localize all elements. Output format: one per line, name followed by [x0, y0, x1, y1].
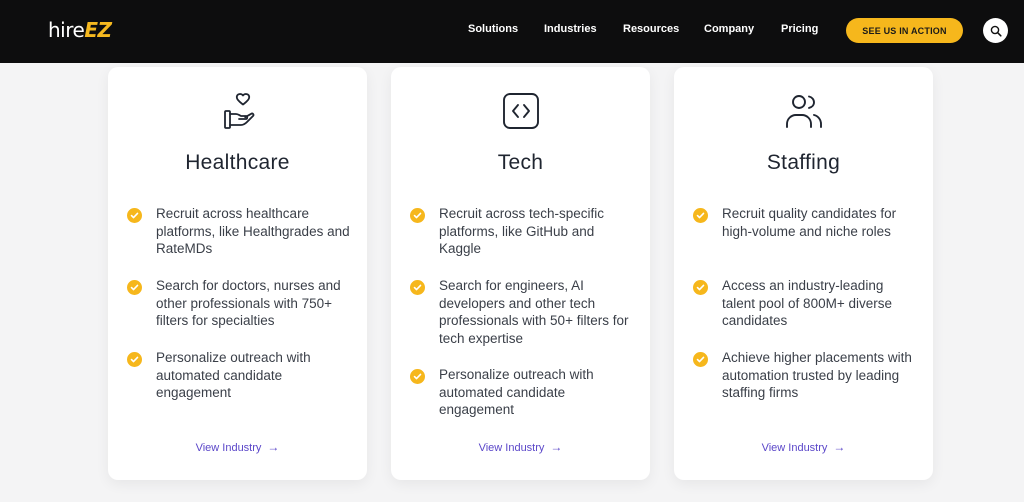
check-circle-icon	[127, 280, 142, 295]
arrow-right-icon: →	[833, 440, 846, 454]
feature-bullet: Search for engineers, AI developers and …	[410, 277, 634, 347]
hand-heart-icon	[224, 93, 255, 129]
check-circle-icon	[693, 280, 708, 295]
feature-bullet: Personalize outreach with automated cand…	[410, 366, 634, 419]
feature-bullet: Achieve higher placements with automatio…	[693, 349, 917, 402]
code-icon	[503, 93, 539, 129]
bullet-text: Recruit across healthcare platforms, lik…	[156, 206, 350, 256]
check-circle-icon	[693, 352, 708, 367]
bullet-text: Access an industry-leading talent pool o…	[722, 278, 892, 328]
check-circle-icon	[410, 369, 425, 384]
check-circle-icon	[127, 208, 142, 223]
nav-link-industries[interactable]: Industries	[544, 23, 597, 35]
bullet-text: Recruit quality candidates for high-volu…	[722, 206, 897, 239]
bullet-text: Achieve higher placements with automatio…	[722, 350, 912, 400]
card-title: Tech	[497, 151, 544, 174]
check-circle-icon	[693, 208, 708, 223]
card-title: Healthcare	[185, 151, 290, 174]
view-industry-link-tech[interactable]: View Industry →	[391, 440, 650, 454]
card-title: Staffing	[766, 151, 841, 174]
nav-link-company[interactable]: Company	[704, 23, 754, 35]
arrow-right-icon: →	[550, 440, 563, 454]
feature-bullet: Recruit across healthcare platforms, lik…	[127, 205, 351, 258]
industry-card-staffing: Staffing Recruit quality candidates for …	[674, 67, 933, 480]
top-navigation: hire EZ Solutions Industries Resources Co…	[0, 0, 1024, 63]
nav-link-resources[interactable]: Resources	[623, 23, 679, 35]
nav-link-pricing[interactable]: Pricing	[781, 23, 818, 35]
arrow-right-icon: →	[267, 440, 280, 454]
search-button[interactable]	[983, 18, 1008, 43]
check-circle-icon	[410, 208, 425, 223]
industry-card-healthcare: Healthcare Recruit across healthcare pla…	[108, 67, 367, 480]
industry-card-tech: Tech Recruit across tech-specific platfo…	[391, 67, 650, 480]
feature-bullet: Access an industry-leading talent pool o…	[693, 277, 917, 330]
link-label: View Industry	[761, 442, 828, 454]
bullet-text: Personalize outreach with automated cand…	[156, 350, 311, 400]
bullet-text: Search for engineers, AI developers and …	[439, 278, 629, 346]
feature-bullet: Recruit across tech-specific platforms, …	[410, 205, 634, 258]
bullet-text: Recruit across tech-specific platforms, …	[439, 206, 605, 256]
users-icon	[786, 95, 822, 128]
search-icon	[990, 25, 1002, 37]
link-label: View Industry	[478, 442, 545, 454]
view-industry-link-staffing[interactable]: View Industry →	[674, 440, 933, 454]
see-us-in-action-button[interactable]: SEE US IN ACTION	[846, 18, 963, 43]
bullet-text: Search for doctors, nurses and other pro…	[156, 278, 341, 328]
check-circle-icon	[410, 280, 425, 295]
view-industry-link-healthcare[interactable]: View Industry →	[108, 440, 367, 454]
feature-bullet: Personalize outreach with automated cand…	[127, 349, 351, 402]
nav-link-solutions[interactable]: Solutions	[468, 23, 518, 35]
check-circle-icon	[127, 352, 142, 367]
bullet-text: Personalize outreach with automated cand…	[439, 367, 594, 417]
link-label: View Industry	[195, 442, 262, 454]
feature-bullet: Recruit quality candidates for high-volu…	[693, 205, 917, 240]
feature-bullet: Search for doctors, nurses and other pro…	[127, 277, 351, 330]
